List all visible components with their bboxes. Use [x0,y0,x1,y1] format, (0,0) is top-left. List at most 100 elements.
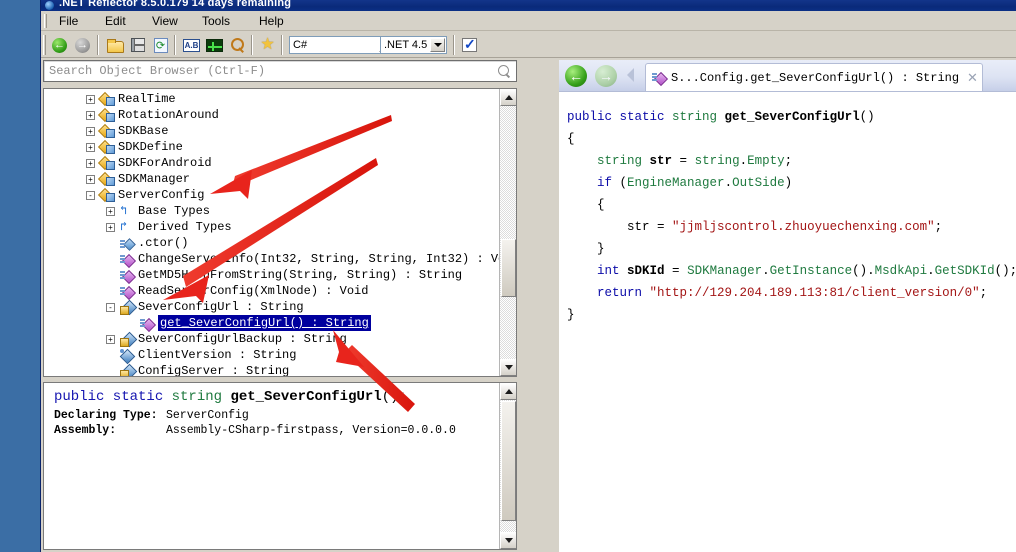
tree-item-label: SeverConfigUrl : String [138,299,304,315]
magnifier-icon [498,65,511,78]
save-button[interactable] [127,35,148,55]
code-view[interactable]: public static string get_SeverConfigUrl(… [559,92,1016,552]
window-title: .NET Reflector 8.5.0.179 14 days remaini… [59,0,291,9]
tree-item[interactable]: get_SeverConfigUrl() : String [44,315,500,331]
tree-item[interactable]: ChangeServerInfo(Int32, String, String, … [44,251,500,267]
details-scroll-down-button[interactable] [500,532,517,549]
forward-button[interactable]: → [72,35,93,55]
tree-item[interactable]: GetMD5HashFromString(String, String) : S… [44,267,500,283]
back-button[interactable]: ← [49,35,70,55]
code-token: "jjmljscontrol.zhuoyuechenxing.com" [672,220,935,234]
code-token [567,176,597,190]
code-token: string [597,154,650,168]
search-button[interactable] [227,35,248,55]
method-icon [120,269,135,282]
tab-get-severconfigurl[interactable]: S...Config.get_SeverConfigUrl() : String… [645,63,983,91]
code-token: ; [785,154,793,168]
tree-item[interactable]: +RotationAround [44,107,500,123]
tree-item[interactable]: - SeverConfigUrl : String [44,299,500,315]
code-line: if (EngineManager.OutSide) [567,172,1016,194]
expand-icon[interactable]: + [86,111,95,120]
method-icon [120,253,135,266]
code-token: ; [980,286,988,300]
code-token: = [665,264,688,278]
tree-scrollbar-thumb[interactable] [501,239,516,297]
menu-item-file[interactable]: File [53,13,84,29]
expand-icon[interactable]: + [106,223,115,232]
code-line: } [567,238,1016,260]
tree-item[interactable]: +↱Derived Types [44,219,500,235]
search-input[interactable]: Search Object Browser (Ctrl-F) [43,60,517,82]
property-static-icon [120,333,135,346]
tree-item-label: Base Types [138,203,210,219]
tree-item[interactable]: + SDKBase [44,123,500,139]
code-token: . [927,264,935,278]
chevron-down-icon[interactable] [430,38,445,52]
menu-item-help[interactable]: Help [253,13,290,29]
open-button[interactable] [104,35,125,55]
object-tree[interactable]: +RealTime+RotationAround+SDKBase+SDKDefi… [43,88,517,377]
code-token: sDKId [627,264,665,278]
tree-item-label: ServerConfig [118,187,204,203]
code-back-button[interactable]: ← [565,65,587,87]
il-button[interactable] [204,35,225,55]
tree-item[interactable]: +RealTime [44,91,500,107]
tree-vertical-scrollbar[interactable] [499,89,516,376]
details-scroll-up-button[interactable] [500,383,517,400]
collapse-icon[interactable]: - [106,303,115,312]
tree-item-label: .ctor() [138,235,188,251]
floppy-disk-icon [131,38,145,52]
tree-item[interactable]: +SeverConfigUrlBackup : String [44,331,500,347]
tree-scroll-up-button[interactable] [500,89,517,106]
tree-item[interactable]: +SDKManager [44,171,500,187]
favorites-button[interactable]: ★ [257,35,278,55]
code-token: } [567,308,575,322]
object-tree-rows: +RealTime+RotationAround+SDKBase+SDKDefi… [44,91,500,376]
code-forward-button[interactable]: → [595,65,617,87]
tree-item[interactable]: .ctor() [44,235,500,251]
refresh-button[interactable]: ⟳ [150,35,171,55]
tree-scrollbar-track[interactable] [500,106,516,359]
details-vertical-scrollbar[interactable] [499,383,516,549]
menu-item-tools[interactable]: Tools [196,13,236,29]
framework-combo[interactable]: .NET 4.5 [380,36,447,54]
code-token: = [672,154,695,168]
expand-icon[interactable]: + [86,95,95,104]
framework-combo-value: .NET 4.5 [384,39,427,51]
checkmark-button[interactable] [459,35,480,55]
disassembler-navbar: ← → S...Config.get_SeverConfigUrl() : St… [559,60,1016,92]
collapse-icon[interactable]: - [86,191,95,200]
tree-item[interactable]: ReadServerConfig(XmlNode) : Void [44,283,500,299]
expand-icon[interactable]: + [86,159,95,168]
expand-icon[interactable]: + [86,175,95,184]
details-scrollbar-thumb[interactable] [501,401,516,521]
tree-item[interactable]: ConfigServer : String [44,363,500,376]
expand-icon[interactable]: + [86,143,95,152]
method-icon [652,71,667,84]
code-token: "http://129.204.189.113:81/client_versio… [650,286,980,300]
triangle-down-icon [505,365,513,370]
toolbar-grip[interactable] [43,35,46,55]
toolbar-separator-3 [251,35,253,55]
tree-item[interactable]: - ServerConfig [44,187,500,203]
menu-grip[interactable] [44,14,47,28]
tree-item[interactable]: +SDKForAndroid [44,155,500,171]
triangle-down-icon [505,538,513,543]
detail-value: ServerConfig [166,408,249,423]
tree-item[interactable]: +SDKDefine [44,139,500,155]
menu-item-view[interactable]: View [146,13,184,29]
tree-item-label: SDKBase [118,123,168,139]
tree-item[interactable]: +↰Base Types [44,203,500,219]
expand-icon[interactable]: + [106,207,115,216]
tree-scroll-down-button[interactable] [500,359,517,376]
tree-item[interactable]: ClientVersion : String [44,347,500,363]
member-signature: public static string get_SeverConfigUrl(… [54,389,498,405]
expand-icon[interactable]: + [86,127,95,136]
menu-item-edit[interactable]: Edit [99,13,132,29]
ab-button[interactable]: A.B [181,35,202,55]
code-token: OutSide [732,176,785,190]
expand-icon[interactable]: + [106,335,115,344]
close-icon[interactable]: ✕ [967,71,978,84]
method-icon [140,317,155,330]
code-line: } [567,304,1016,326]
